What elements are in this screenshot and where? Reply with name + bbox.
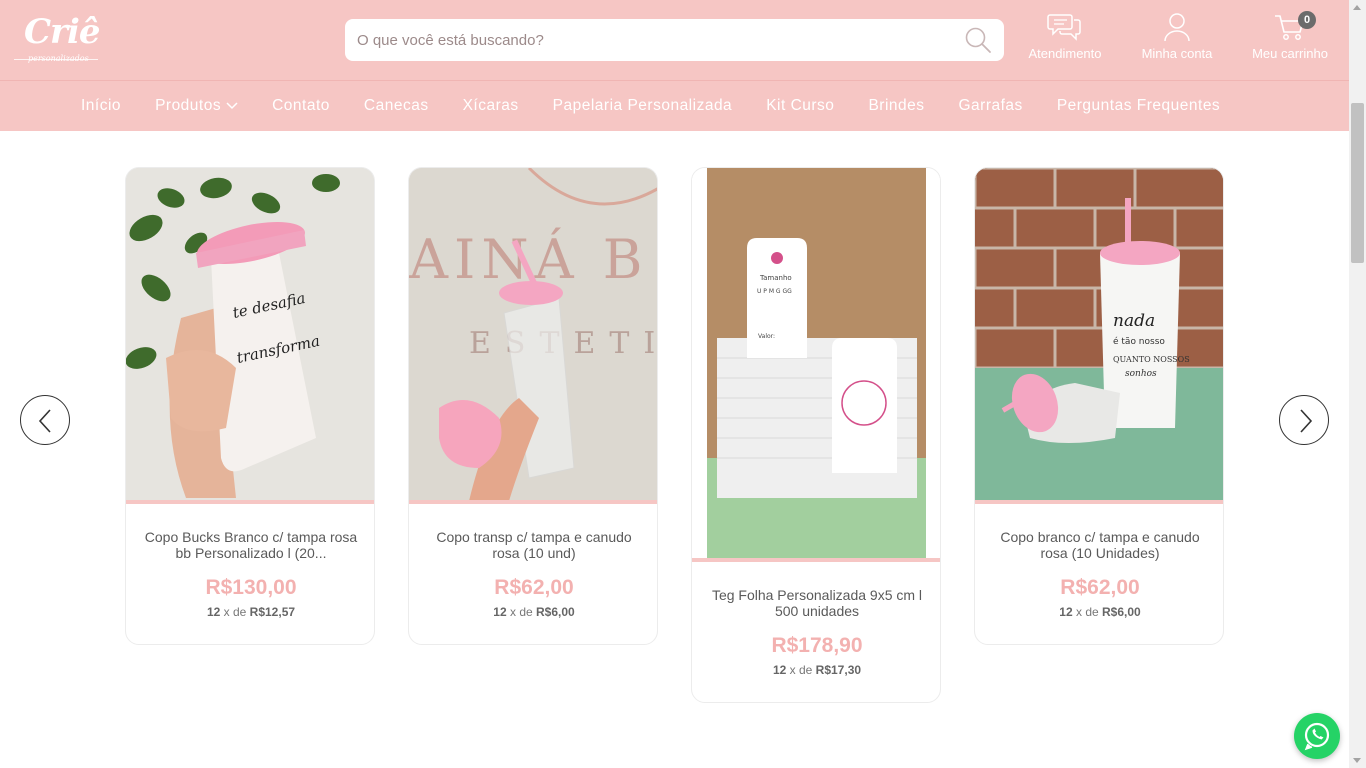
- product-name[interactable]: Copo branco c/ tampa e canudo rosa (10 U…: [993, 529, 1207, 561]
- installment-sep: x de: [223, 605, 247, 619]
- nav-item-produtos[interactable]: Produtos: [155, 97, 238, 115]
- product-price: R$62,00: [1060, 576, 1140, 599]
- svg-text:Valor:: Valor:: [758, 333, 775, 340]
- product-image[interactable]: te desafia transforma: [126, 168, 374, 501]
- nav-label: Contato: [272, 97, 330, 114]
- nav-label: Canecas: [363, 97, 429, 114]
- installment-count: 12: [206, 605, 221, 619]
- svg-text:QUANTO NOSSOS: QUANTO NOSSOS: [1113, 355, 1190, 364]
- chevron-right-icon: [1280, 409, 1330, 450]
- product-name[interactable]: Teg Folha Personalizada 9x5 cm l 500 uni…: [710, 587, 924, 619]
- installment-sep: x de: [789, 663, 813, 677]
- card-divider: [409, 500, 657, 504]
- svg-text:U P M G GG: U P M G GG: [757, 288, 792, 295]
- carousel-prev-button[interactable]: [20, 395, 70, 445]
- nav-label: Perguntas Frequentes: [1056, 97, 1221, 114]
- product-card[interactable]: te desafia transforma Copo Bucks Branco …: [125, 167, 375, 645]
- header: Criê personalizados Atendimento Minha co…: [0, 0, 1349, 80]
- card-divider: [975, 500, 1223, 504]
- chevron-left-icon: [21, 409, 71, 450]
- product-image[interactable]: AINÁ B ESTETIC: [409, 168, 657, 501]
- account-label: Minha conta: [1141, 46, 1213, 61]
- nav-item-garrafas[interactable]: Garrafas: [959, 97, 1023, 115]
- nav-item-inicio[interactable]: Início: [81, 97, 121, 115]
- nav-item-kit-curso[interactable]: Kit Curso: [766, 97, 834, 115]
- cart-label: Meu carrinho: [1252, 46, 1328, 61]
- product-installments: 12 x de R$6,00: [409, 605, 657, 619]
- product-installments: 12 x de R$17,30: [692, 663, 940, 677]
- scroll-down-icon[interactable]: [1353, 758, 1361, 763]
- search-icon[interactable]: [964, 26, 992, 54]
- whatsapp-icon: [1294, 722, 1340, 763]
- product-name[interactable]: Copo Bucks Branco c/ tampa rosa bb Perso…: [144, 529, 358, 561]
- logo-text: Criê: [24, 12, 101, 52]
- cart-icon: [1246, 12, 1334, 42]
- scroll-up-icon[interactable]: [1353, 5, 1361, 10]
- nav-label: Garrafas: [958, 97, 1023, 114]
- logo-subtext: personalizados: [28, 54, 89, 63]
- installment-value: R$6,00: [536, 605, 575, 619]
- scrollbar-thumb[interactable]: [1351, 103, 1364, 263]
- product-name[interactable]: Copo transp c/ tampa e canudo rosa (10 u…: [427, 529, 641, 561]
- carousel-next-button[interactable]: [1279, 395, 1329, 445]
- nav-label: Início: [81, 97, 122, 114]
- page-scrollbar[interactable]: [1349, 0, 1366, 768]
- svg-text:Tamanho: Tamanho: [759, 274, 792, 282]
- chat-icon: [1024, 12, 1106, 42]
- atendimento-label: Atendimento: [1028, 46, 1102, 61]
- whatsapp-button[interactable]: [1294, 713, 1340, 759]
- nav-label: Papelaria Personalizada: [552, 97, 733, 114]
- product-image[interactable]: Tamanho U P M G GG Valor:: [692, 168, 940, 559]
- product-price: R$62,00: [494, 576, 574, 599]
- installment-value: R$6,00: [1102, 605, 1141, 619]
- product-price: R$178,90: [771, 634, 863, 657]
- nav-item-faq[interactable]: Perguntas Frequentes: [1057, 97, 1220, 115]
- nav-item-papelaria[interactable]: Papelaria Personalizada: [553, 97, 733, 115]
- card-divider: [126, 500, 374, 504]
- installment-value: R$17,30: [815, 663, 862, 677]
- search-box: [345, 19, 1004, 61]
- svg-text:é tão nosso: é tão nosso: [1113, 336, 1165, 347]
- product-card[interactable]: AINÁ B ESTETIC Copo transp c/ tampa e ca…: [408, 167, 658, 645]
- installment-count: 12: [493, 605, 507, 619]
- nav-item-contato[interactable]: Contato: [272, 97, 330, 115]
- installment-count: 12: [1059, 605, 1073, 619]
- nav-item-canecas[interactable]: Canecas: [364, 97, 429, 115]
- card-divider: [692, 558, 940, 562]
- product-installments: 12 x de R$6,00: [975, 605, 1223, 619]
- nav-label: Xícaras: [462, 97, 519, 114]
- product-price: R$130,00: [205, 576, 297, 599]
- logo[interactable]: Criê personalizados: [14, 10, 101, 68]
- search-input[interactable]: [357, 30, 947, 50]
- product-installments: 12 x de R$12,57: [126, 605, 374, 619]
- product-card[interactable]: nada é tão nosso QUANTO NOSSOS sonhos Co…: [974, 167, 1224, 645]
- nav-item-brindes[interactable]: Brindes: [868, 97, 924, 115]
- installment-value: R$12,57: [249, 605, 296, 619]
- cart-link[interactable]: Meu carrinho: [1246, 12, 1334, 61]
- nav-label: Brindes: [868, 97, 925, 114]
- account-link[interactable]: Minha conta: [1136, 12, 1218, 61]
- atendimento-link[interactable]: Atendimento: [1024, 12, 1106, 61]
- svg-text:nada: nada: [1113, 311, 1155, 331]
- nav-label: Produtos: [155, 97, 222, 114]
- nav-item-xicaras[interactable]: Xícaras: [463, 97, 519, 115]
- chevron-down-icon: [226, 97, 238, 115]
- product-image[interactable]: nada é tão nosso QUANTO NOSSOS sonhos: [975, 168, 1223, 501]
- installment-count: 12: [772, 663, 787, 677]
- svg-text:sonhos: sonhos: [1125, 369, 1157, 379]
- installment-sep: x de: [509, 605, 533, 619]
- cart-count-badge: 0: [1298, 11, 1316, 29]
- main-nav: Início Produtos Contato Canecas Xícaras …: [0, 80, 1349, 131]
- user-icon: [1136, 12, 1218, 42]
- nav-label: Kit Curso: [766, 97, 835, 114]
- installment-sep: x de: [1075, 605, 1099, 619]
- product-card[interactable]: Tamanho U P M G GG Valor: Teg Folha Pers…: [691, 167, 941, 703]
